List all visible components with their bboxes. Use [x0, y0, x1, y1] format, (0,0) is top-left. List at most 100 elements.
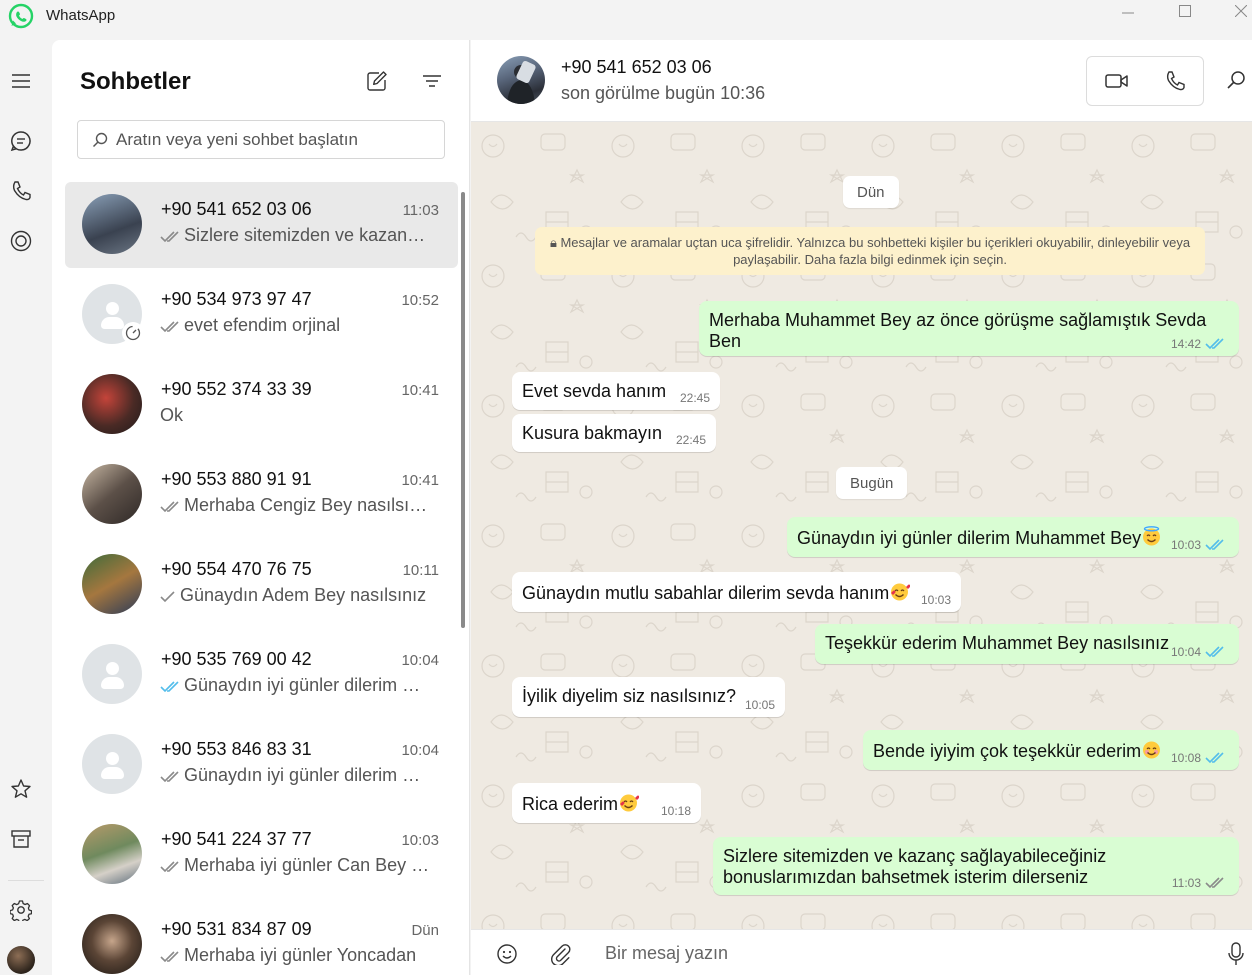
- menu-button[interactable]: [9, 69, 33, 93]
- message-area[interactable]: Dün 🔒︎ Mesajlar ve aramalar uçtan uca şi…: [471, 122, 1252, 929]
- incoming-message[interactable]: Kusura bakmayın 22:45: [512, 414, 716, 452]
- phone-icon: [1166, 71, 1185, 91]
- title-bar: WhatsApp: [0, 0, 1252, 40]
- close-window-button[interactable]: [1218, 0, 1252, 22]
- conversation-header: +90 541 652 03 06 son görülme bugün 10:3…: [471, 40, 1252, 122]
- chat-name: +90 535 769 00 42: [161, 649, 312, 669]
- chat-search-input[interactable]: [116, 121, 436, 158]
- double-tick-icon: [160, 681, 179, 693]
- message-meta: 11:03: [1172, 876, 1229, 890]
- chat-avatar: [82, 554, 142, 614]
- voice-call-button[interactable]: [1146, 57, 1204, 105]
- menu-icon: [12, 74, 30, 88]
- chat-name: +90 553 880 91 91: [161, 469, 312, 489]
- archive-nav-button[interactable]: [9, 827, 33, 851]
- message-time: 10:04: [1170, 645, 1201, 659]
- message-meta: 10:03: [921, 593, 951, 607]
- message-meta: 14:42: [1171, 337, 1229, 351]
- double-tick-icon: [1205, 646, 1224, 658]
- message-time: 10:05: [744, 698, 775, 712]
- chats-nav-button[interactable]: [9, 129, 33, 153]
- chat-list-item[interactable]: +90 552 374 33 39 10:41 Ok: [65, 362, 458, 448]
- navigation-rail: [0, 40, 52, 975]
- maximize-button[interactable]: [1162, 0, 1208, 22]
- minimize-icon: [1122, 12, 1134, 14]
- chat-name: +90 553 846 83 31: [161, 739, 312, 759]
- chat-list-item[interactable]: +90 553 846 83 31 10:04 Günaydın iyi günle…: [65, 722, 458, 808]
- status-nav-button[interactable]: [9, 229, 33, 253]
- double-tick-icon: [160, 231, 179, 243]
- chat-list-item[interactable]: +90 535 769 00 42 10:04 Günaydın iyi günle…: [65, 632, 458, 718]
- conversation-search-icon[interactable]: [1226, 70, 1246, 90]
- timer-icon: [125, 325, 141, 341]
- profile-avatar[interactable]: [7, 946, 35, 974]
- encryption-notice[interactable]: 🔒︎ Mesajlar ve aramalar uçtan uca şifrel…: [535, 227, 1205, 275]
- search-icon: [92, 132, 108, 148]
- starred-nav-button[interactable]: [9, 777, 33, 801]
- message-input[interactable]: [605, 936, 1185, 970]
- chat-preview: Günaydın iyi günler dilerim Muhammet Bey: [160, 675, 430, 696]
- new-chat-icon: [367, 71, 387, 91]
- message-text: Merhaba Muhammet Bey az önce görüşme sağ…: [709, 310, 1207, 351]
- chat-list-item[interactable]: +90 531 834 87 09 Dün Merhaba iyi günler Y…: [65, 902, 458, 975]
- chat-preview-text: Sizlere sitemizden ve kazanç sağlayabile…: [184, 225, 430, 245]
- chat-preview-text: Merhaba iyi günler Yoncadan: [184, 945, 417, 965]
- incoming-message[interactable]: Rica ederim 10:18: [512, 783, 701, 823]
- video-camera-icon: [1105, 74, 1128, 88]
- new-chat-button[interactable]: [364, 68, 390, 94]
- chat-search-box[interactable]: [77, 120, 445, 159]
- message-meta: 10:18: [661, 804, 691, 818]
- message-time: 10:03: [920, 593, 951, 607]
- chat-preview: Merhaba Cengiz Bey nasılsınız: [160, 495, 430, 516]
- incoming-message[interactable]: İyilik diyelim siz nasılsınız? 10:05: [512, 677, 785, 717]
- chat-list-scrollbar[interactable]: [461, 192, 465, 628]
- double-tick-icon: [160, 951, 179, 963]
- incoming-message[interactable]: Günaydın mutlu sabahlar dilerim sevda ha…: [512, 572, 961, 612]
- chat-time: Dün: [411, 922, 439, 939]
- chat-name: +90 531 834 87 09: [161, 919, 312, 939]
- outgoing-message[interactable]: Teşekkür ederim Muhammet Bey nasılsınız 1…: [815, 624, 1239, 664]
- smiling-face-with-hearts-emoji-icon: [620, 794, 640, 812]
- chat-name: +90 552 374 33 39: [161, 379, 312, 399]
- contact-avatar[interactable]: [497, 56, 545, 104]
- message-time: 14:42: [1170, 337, 1201, 351]
- chat-avatar: [82, 374, 142, 434]
- contact-name[interactable]: +90 541 652 03 06: [561, 57, 712, 78]
- message-meta: 22:45: [680, 391, 710, 405]
- archive-icon: [11, 830, 31, 848]
- chat-name: +90 541 652 03 06: [161, 199, 312, 219]
- chat-list-item[interactable]: +90 554 470 76 75 10:11 Günaydın Adem Bey …: [65, 542, 458, 628]
- disappearing-timer-badge: [122, 322, 144, 344]
- video-call-button[interactable]: [1088, 57, 1146, 105]
- attach-button[interactable]: [548, 942, 572, 966]
- chat-list-item[interactable]: +90 541 652 03 06 11:03 Sizlere sitemizden…: [65, 182, 458, 268]
- outgoing-message[interactable]: Günaydın iyi günler dilerim Muhammet Bey…: [787, 517, 1239, 557]
- settings-nav-button[interactable]: [9, 898, 33, 922]
- chat-name: +90 541 224 37 77: [161, 829, 312, 849]
- voice-message-button[interactable]: [1224, 942, 1248, 966]
- message-meta: 10:03: [1171, 538, 1229, 552]
- calls-icon: [12, 181, 31, 201]
- message-time: 22:45: [675, 433, 706, 447]
- outgoing-message[interactable]: Bende iyiyim çok teşekkür ederim 10:08: [863, 730, 1239, 770]
- chat-avatar: [82, 194, 142, 254]
- emoji-button[interactable]: [495, 942, 519, 966]
- calls-nav-button[interactable]: [9, 179, 33, 203]
- chat-list-panel: Sohbetler +90 541 652 03 06 11:03 Sizlere …: [52, 40, 470, 975]
- double-tick-icon: [160, 861, 179, 873]
- chat-preview: evet efendim orjinal: [160, 315, 430, 336]
- rail-divider: [8, 880, 44, 881]
- incoming-message[interactable]: Evet sevda hanım 22:45: [512, 372, 720, 410]
- smiling-face-emoji-icon: [1143, 741, 1161, 759]
- filter-button[interactable]: [419, 68, 445, 94]
- outgoing-message[interactable]: Merhaba Muhammet Bey az önce görüşme sağ…: [699, 301, 1239, 356]
- maximize-icon: [1179, 5, 1191, 17]
- lock-icon: 🔒︎: [549, 235, 561, 250]
- chat-list-item[interactable]: +90 541 224 37 77 10:03 Merhaba iyi günler…: [65, 812, 458, 898]
- chat-list-item[interactable]: +90 534 973 97 47 10:52 evet efendim orjin…: [65, 272, 458, 358]
- outgoing-message[interactable]: Sizlere sitemizden ve kazanç sağlayabile…: [713, 837, 1239, 895]
- filter-icon: [423, 75, 441, 87]
- chat-list-item[interactable]: +90 553 880 91 91 10:41 Merhaba Cengiz Bey…: [65, 452, 458, 538]
- conversation-panel: +90 541 652 03 06 son görülme bugün 10:3…: [471, 40, 1252, 975]
- minimize-button[interactable]: [1105, 0, 1151, 22]
